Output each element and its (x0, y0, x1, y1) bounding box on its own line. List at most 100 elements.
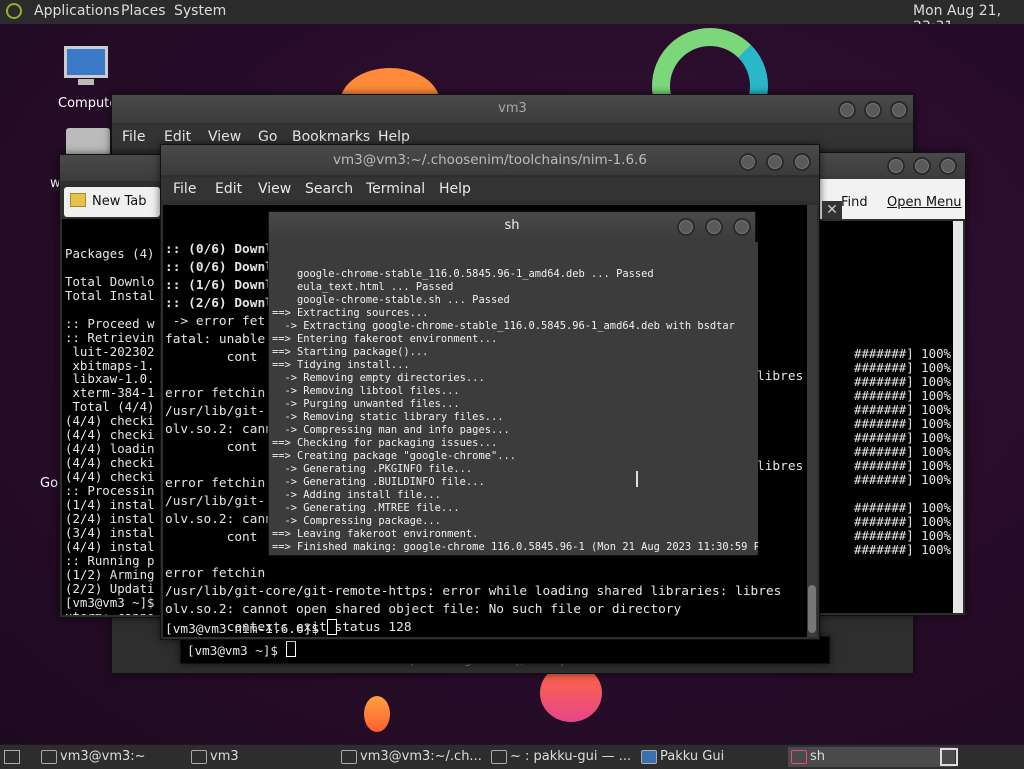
system-menu[interactable]: System (174, 3, 226, 19)
sh-line: -> Generating .PKGINFO file... (272, 463, 473, 475)
workspace-switcher-icon[interactable] (940, 748, 958, 766)
find-button[interactable]: Find (841, 195, 868, 210)
close-button[interactable] (890, 101, 908, 119)
task-terminal-home[interactable]: vm3@vm3:~ (38, 747, 205, 767)
bottom-panel: vm3@vm3:~ vm3 vm3@vm3:~/.ch... ~ : pakku… (0, 744, 1024, 769)
menu-help[interactable]: Help (378, 129, 410, 145)
task-sh[interactable]: sh (788, 747, 955, 767)
sh-line: -> Compressing package... (272, 515, 441, 527)
file-manager-titlebar[interactable]: vm3 (112, 95, 913, 123)
terminal-line: /usr/lib/git-core/git-remote-https: erro… (165, 584, 782, 599)
text-cursor-ibeam-icon (636, 471, 638, 487)
sh-line: ==> Creating package "google-chrome"... (272, 450, 516, 462)
sh-output[interactable]: google-chrome-stable_116.0.5845.96-1_amd… (269, 242, 758, 555)
sh-line: ==> Entering fakeroot environment... (272, 333, 498, 345)
places-menu[interactable]: Places (121, 3, 166, 19)
sh-line: -> Removing empty directories... (272, 372, 485, 384)
mate-cursor (326, 619, 337, 635)
sh-line: ==> Starting package()... (272, 346, 429, 358)
window-task-icon (641, 750, 657, 764)
term-menu-view[interactable]: View (258, 181, 291, 197)
pakku-line (817, 305, 951, 319)
menu-view[interactable]: View (208, 129, 241, 145)
behind-cursor (285, 641, 296, 657)
folder-task-icon (191, 750, 207, 764)
sh-line: eula_text.html ... Passed (272, 281, 454, 293)
sh-line: ==> Finished making: google-chrome 116.0… (272, 541, 758, 553)
pakku-line: #######] 100% (854, 346, 951, 361)
sh-close-button[interactable] (733, 218, 751, 236)
sh-line: -> Removing static library files... (272, 411, 504, 423)
sh-minimize-button[interactable] (677, 218, 695, 236)
task-pakku-gui[interactable]: Pakku Gui (638, 747, 805, 767)
pakku-line: #######] 100% (854, 388, 951, 403)
menu-edit[interactable]: Edit (164, 129, 191, 145)
sh-line: ==> Tidying install... (272, 359, 410, 371)
mate-logo-icon[interactable] (6, 3, 22, 19)
terminal-task-icon (491, 750, 507, 764)
pakku-minimize-button[interactable] (887, 157, 905, 175)
task-pakku-terminal[interactable]: ~ : pakku-gui — ... (488, 747, 655, 767)
open-menu-button[interactable]: Open Menu (887, 195, 962, 210)
show-desktop-icon[interactable] (4, 750, 20, 764)
maximize-button[interactable] (864, 101, 882, 119)
terminal-minimize-button[interactable] (739, 153, 757, 171)
right-edge-text-1: libres (757, 369, 804, 384)
minimize-button[interactable] (838, 101, 856, 119)
xterm-task-icon (791, 750, 807, 764)
menu-bookmarks[interactable]: Bookmarks (292, 129, 370, 145)
pakku-line: #######] 100% (854, 416, 951, 431)
sh-line: google-chrome-stable.sh ... Passed (272, 294, 510, 306)
pakku-line: #######] 100% (854, 444, 951, 459)
pakku-line: #######] 100% (854, 500, 951, 515)
pakku-terminal-window: Find Open Menu #######] 100% #######] 100… (816, 152, 966, 616)
pakku-line: #######] 100% (854, 528, 951, 543)
sh-line: -> Generating .BUILDINFO file... (272, 476, 485, 488)
pakku-maximize-button[interactable] (913, 157, 931, 175)
outer-close-icon[interactable]: ✕ (822, 201, 842, 219)
menu-go[interactable]: Go (258, 129, 277, 145)
sh-line: ==> Checking for packaging issues... (272, 437, 498, 449)
sh-line: google-chrome-stable_116.0.5845.96-1_amd… (272, 268, 654, 280)
task-terminal-nim[interactable]: vm3@vm3:~/.ch... (338, 747, 505, 767)
term-menu-terminal[interactable]: Terminal (366, 181, 425, 197)
computer-desktop-icon[interactable]: Compute (56, 46, 118, 116)
behind-terminal-window: [vm3@vm3 ~]$ (180, 636, 830, 664)
terminal-close-button[interactable] (793, 153, 811, 171)
terminal-maximize-button[interactable] (766, 153, 784, 171)
term-menu-search[interactable]: Search (305, 181, 353, 197)
pakku-line: #######] 100% (854, 458, 951, 473)
task-file-manager[interactable]: vm3 (188, 747, 350, 767)
sh-line: -> Adding install file... (272, 489, 441, 501)
terminal-task-icon (41, 750, 57, 764)
sh-maximize-button[interactable] (705, 218, 723, 236)
pakku-output[interactable]: #######] 100% #######] 100% #######] 100% #… (817, 221, 955, 613)
pakku-line (817, 319, 951, 333)
mate-terminal-menubar: File Edit View Search Terminal Help (161, 177, 819, 201)
wallpaper-small-blob (364, 696, 390, 732)
new-tab-button[interactable]: New Tab (64, 187, 160, 217)
sh-line: ==> Extracting sources... (272, 307, 429, 319)
mate-terminal-titlebar[interactable]: vm3@vm3:~/.choosenim/toolchains/nim-1.6.… (161, 145, 819, 175)
sh-line: ==> Leaving fakeroot environment. (272, 528, 479, 540)
scrollbar-thumb[interactable] (808, 585, 816, 633)
pakku-close-button[interactable] (939, 157, 957, 175)
go-label: Go (40, 476, 59, 491)
top-panel: Applications Places System Mon Aug 21, 2… (0, 0, 1024, 35)
new-tab-icon (70, 193, 86, 207)
terminal-line: error fetchin (165, 566, 266, 581)
monitor-icon (64, 46, 108, 78)
behind-terminal-prompt[interactable]: [vm3@vm3 ~]$ (187, 641, 296, 659)
term-menu-file[interactable]: File (173, 181, 196, 197)
applications-menu[interactable]: Applications (34, 3, 120, 19)
term-menu-help[interactable]: Help (439, 181, 471, 197)
mate-terminal-scrollbar[interactable] (807, 205, 817, 637)
computer-label: Compute (58, 96, 118, 111)
pakku-line (817, 249, 951, 263)
term-menu-edit[interactable]: Edit (215, 181, 242, 197)
pakku-scrollbar[interactable] (953, 221, 963, 613)
pakku-line (817, 291, 951, 305)
menu-file[interactable]: File (122, 129, 145, 145)
sh-line: -> Compressing man and info pages... (272, 424, 510, 436)
pakku-line (817, 263, 951, 277)
